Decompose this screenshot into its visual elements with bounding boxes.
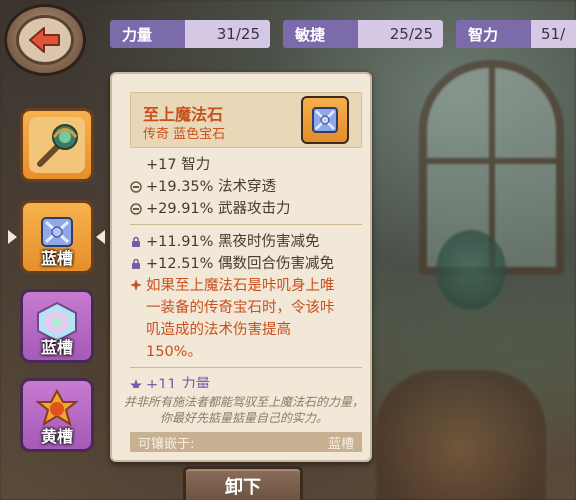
slot-blue-2[interactable]: 蓝槽 [20,289,94,363]
background-plant [436,230,506,310]
stat-strength-value: 31/25 [185,20,270,48]
magic-stone-icon [312,107,338,133]
stat-agility-value: 25/25 [358,20,443,48]
stat-line: +17 智力 [130,154,362,176]
stat-line-text: +29.91% 武器攻击力 [146,201,291,217]
stat-line: +29.91% 武器攻击力 [130,198,362,220]
extra-stat-text: +11.91% 黑夜时伤害减免 [146,234,320,250]
lock-stat-icon [132,258,140,269]
stat-intelligence-label: 智力 [456,20,531,48]
extra-stat-text: +12.51% 偶数回合伤害减免 [146,256,335,272]
partial-stat-text: +11 力量 [146,377,211,388]
partial-stat-line: +11 力量 [130,374,362,388]
item-rarity: 传奇 蓝色宝石 [143,127,226,142]
item-thumbnail [301,96,349,144]
base-stat-icon [130,203,142,215]
stat-line: +19.35% 法术穿透 [130,176,362,198]
slot-blue-2-label: 蓝槽 [40,338,73,357]
slot-weapon-frame [29,117,85,173]
background-stump [376,370,546,500]
back-arrow-icon [29,27,60,53]
embed-label: 可镶嵌于: [138,436,195,452]
stat-line-text: +19.35% 法术穿透 [146,179,277,195]
item-detail-card: 至上魔法石 传奇 蓝色宝石 +17 智力 +19.35% 法术穿透 +29.91… [110,72,372,462]
staff-icon [37,124,78,167]
special-effect-text: 150%。 [146,344,202,360]
item-name: 至上魔法石 [143,105,224,124]
stat-agility-label: 敏捷 [283,20,358,48]
embed-slot-info: 可镶嵌于: 蓝槽 [130,432,362,452]
divider [130,367,362,368]
sparkle-icon [130,279,142,291]
slot-blue-1-label: 蓝槽 [40,249,73,268]
stat-agility: 敏捷 25/25 [283,20,443,48]
item-stats: +17 智力 +19.35% 法术穿透 +29.91% 武器攻击力 +11.91… [130,154,362,388]
base-stat-icon [130,181,142,193]
item-header: 至上魔法石 传奇 蓝色宝石 [130,92,362,148]
special-effect-text: 一装备的传奇宝石时，令该咔 [146,300,335,316]
special-effect-text: 叽造成的法术伤害提高 [146,322,291,338]
selected-right-marker [96,230,105,244]
slot-blue-1[interactable]: 蓝槽 [20,200,94,274]
special-effect-line: 如果至上魔法石是咔叽身上唯 [130,275,362,297]
lock-stat-icon [132,236,140,247]
stat-intelligence-value: 51/ [531,20,576,48]
special-effect-text: 如果至上魔法石是咔叽身上唯 [146,278,335,294]
embed-value: 蓝槽 [327,436,354,452]
back-button-face [16,15,74,65]
flavor-text: 并非所有施法者都能驾驭至上魔法石的力量，你最好先掂量掂量自己的实力。 [123,395,364,425]
unequip-button[interactable]: 卸下 [183,466,303,500]
back-button[interactable] [4,4,86,76]
extra-stat-line: +12.51% 偶数回合伤害减免 [130,253,362,275]
star-stat-icon [130,379,142,388]
stat-line-text: +17 智力 [146,157,211,173]
stat-strength: 力量 31/25 [110,20,270,48]
selected-left-marker [8,230,17,244]
stat-intelligence: 智力 51/ [456,20,576,48]
slot-yellow[interactable]: 黄槽 [20,378,94,452]
extra-stat-line: +11.91% 黑夜时伤害减免 [130,231,362,253]
slot-weapon[interactable] [20,108,94,182]
slot-yellow-label: 黄槽 [40,427,73,446]
divider [130,224,362,225]
stat-strength-label: 力量 [110,20,185,48]
